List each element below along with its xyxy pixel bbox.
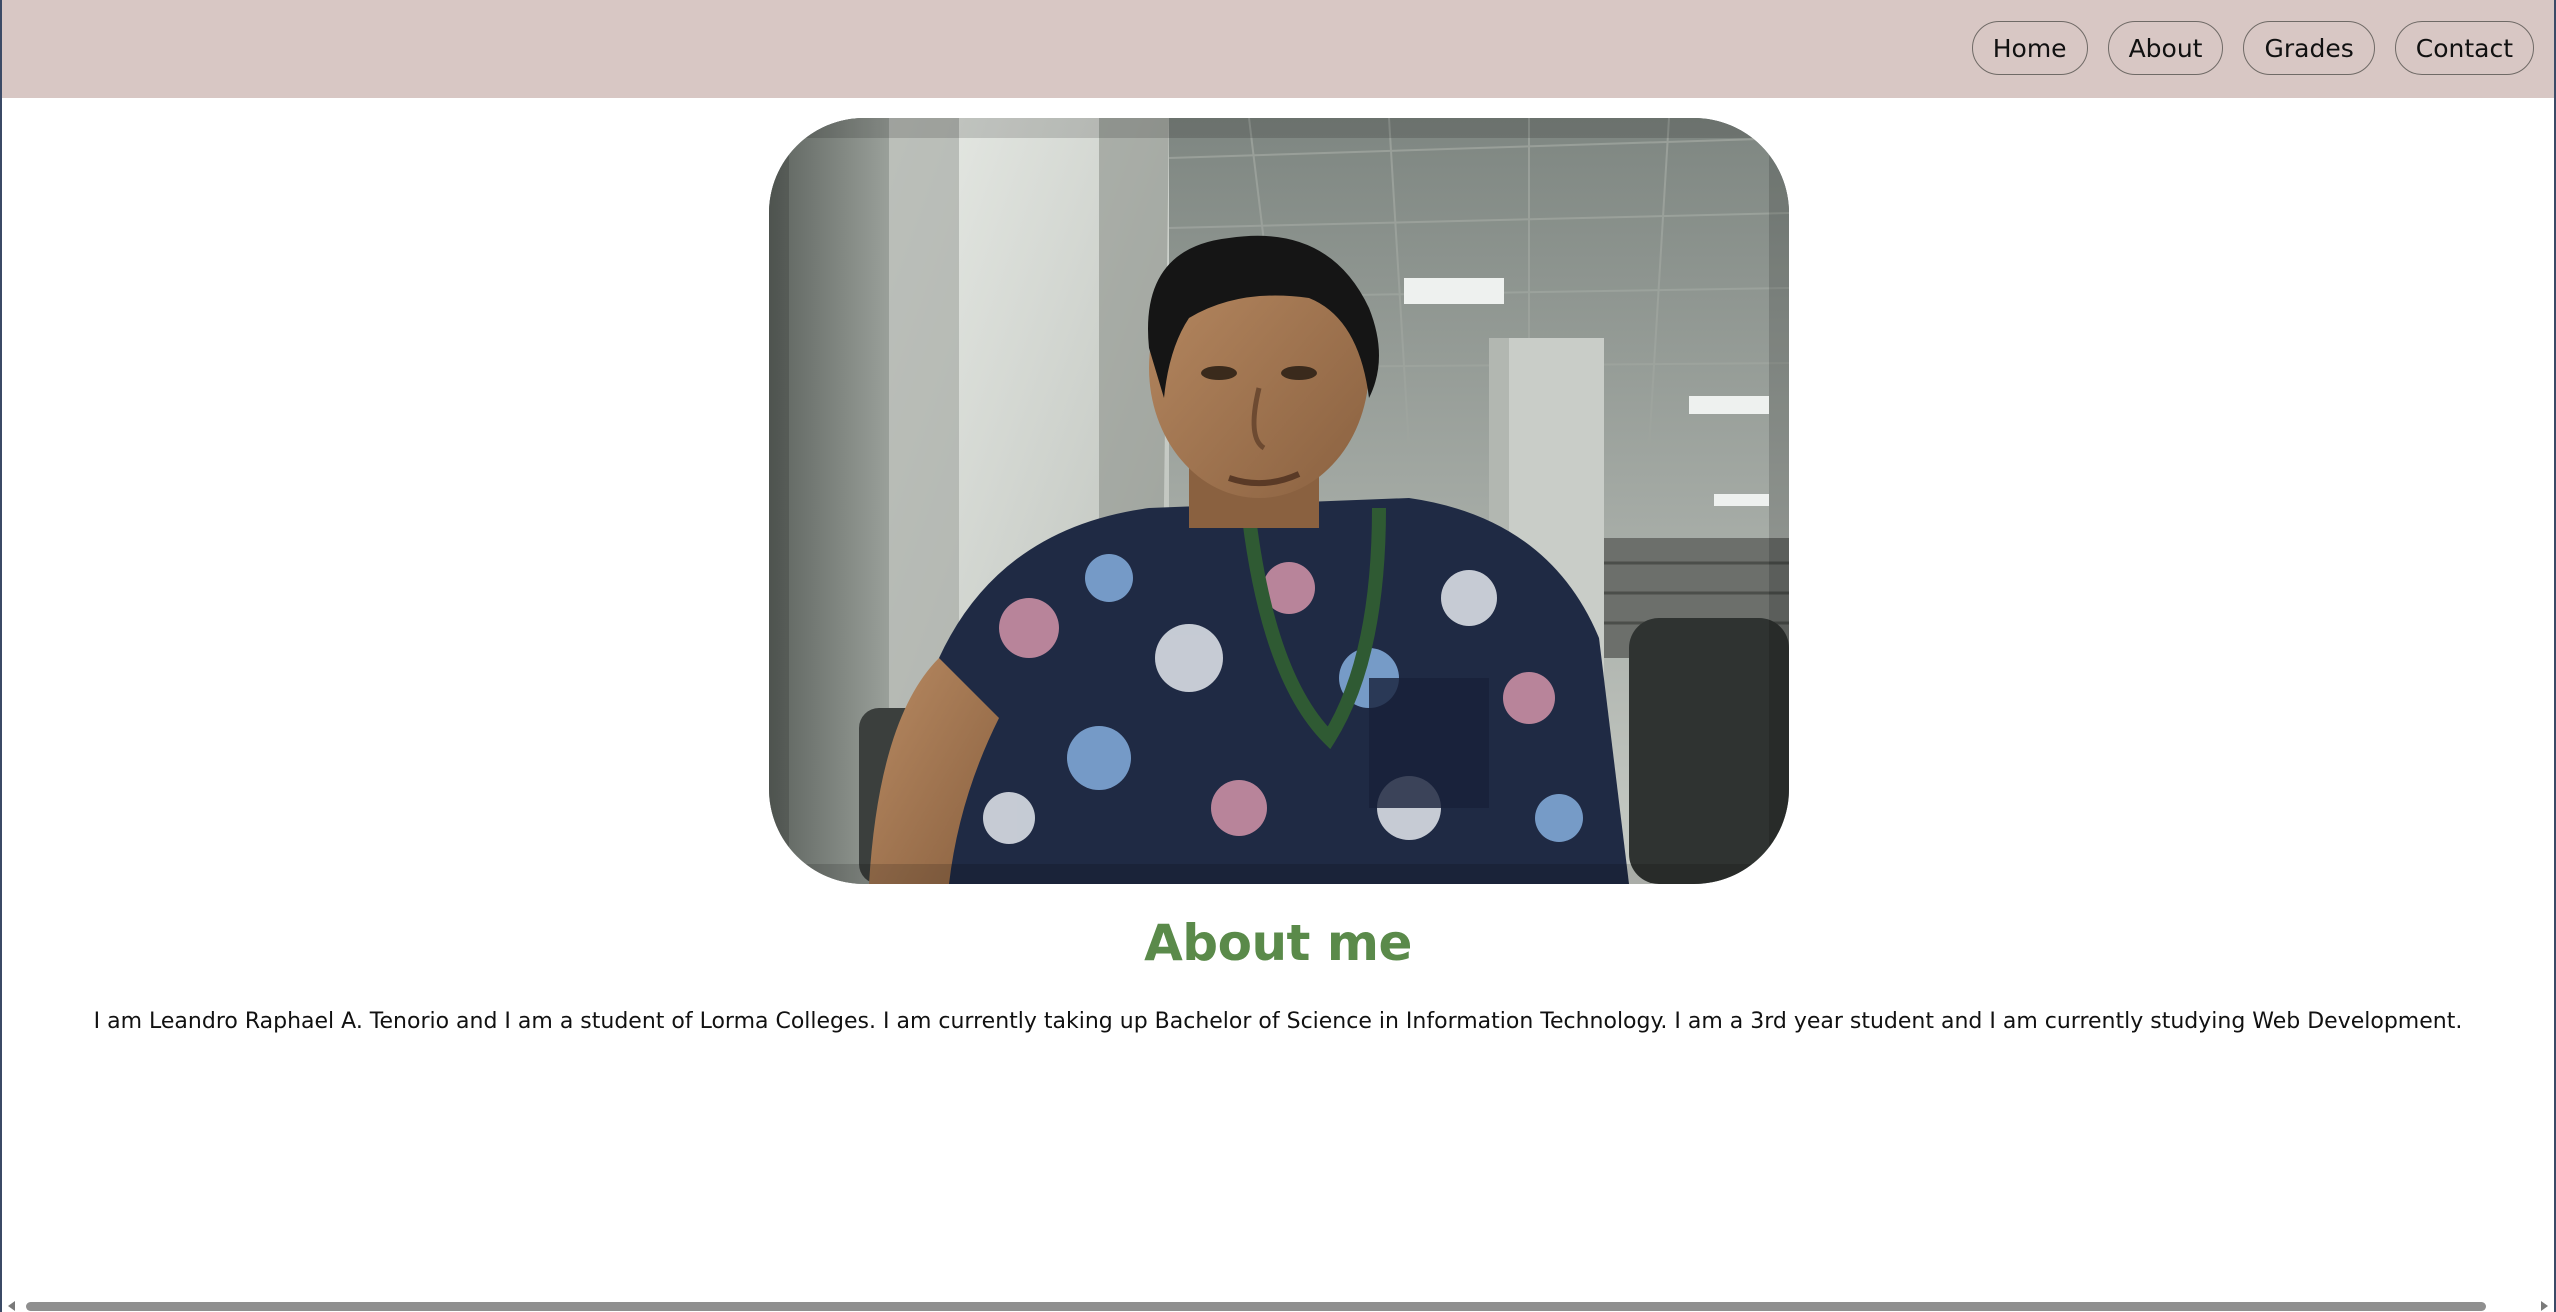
page-title: About me: [1144, 914, 1412, 972]
nav-grades-button[interactable]: Grades: [2243, 21, 2375, 75]
top-navbar: Home About Grades Contact: [2, 0, 2554, 98]
scroll-left-arrow-icon[interactable]: [8, 1301, 15, 1311]
nav-home-button[interactable]: Home: [1971, 21, 2088, 75]
about-paragraph: I am Leandro Raphael A. Tenorio and I am…: [93, 1009, 2463, 1034]
horizontal-scrollbar[interactable]: [2, 1298, 2554, 1312]
person-photo-icon: [769, 118, 1789, 884]
profile-photo: [769, 118, 1789, 884]
scrollbar-thumb[interactable]: [26, 1302, 2486, 1311]
nav-about-button[interactable]: About: [2107, 21, 2224, 75]
nav-contact-button[interactable]: Contact: [2394, 21, 2534, 75]
scroll-right-arrow-icon[interactable]: [2541, 1301, 2548, 1311]
page: Home About Grades Contact About me I am …: [0, 0, 2556, 1312]
nav-menu: Home About Grades Contact: [1971, 21, 2534, 75]
